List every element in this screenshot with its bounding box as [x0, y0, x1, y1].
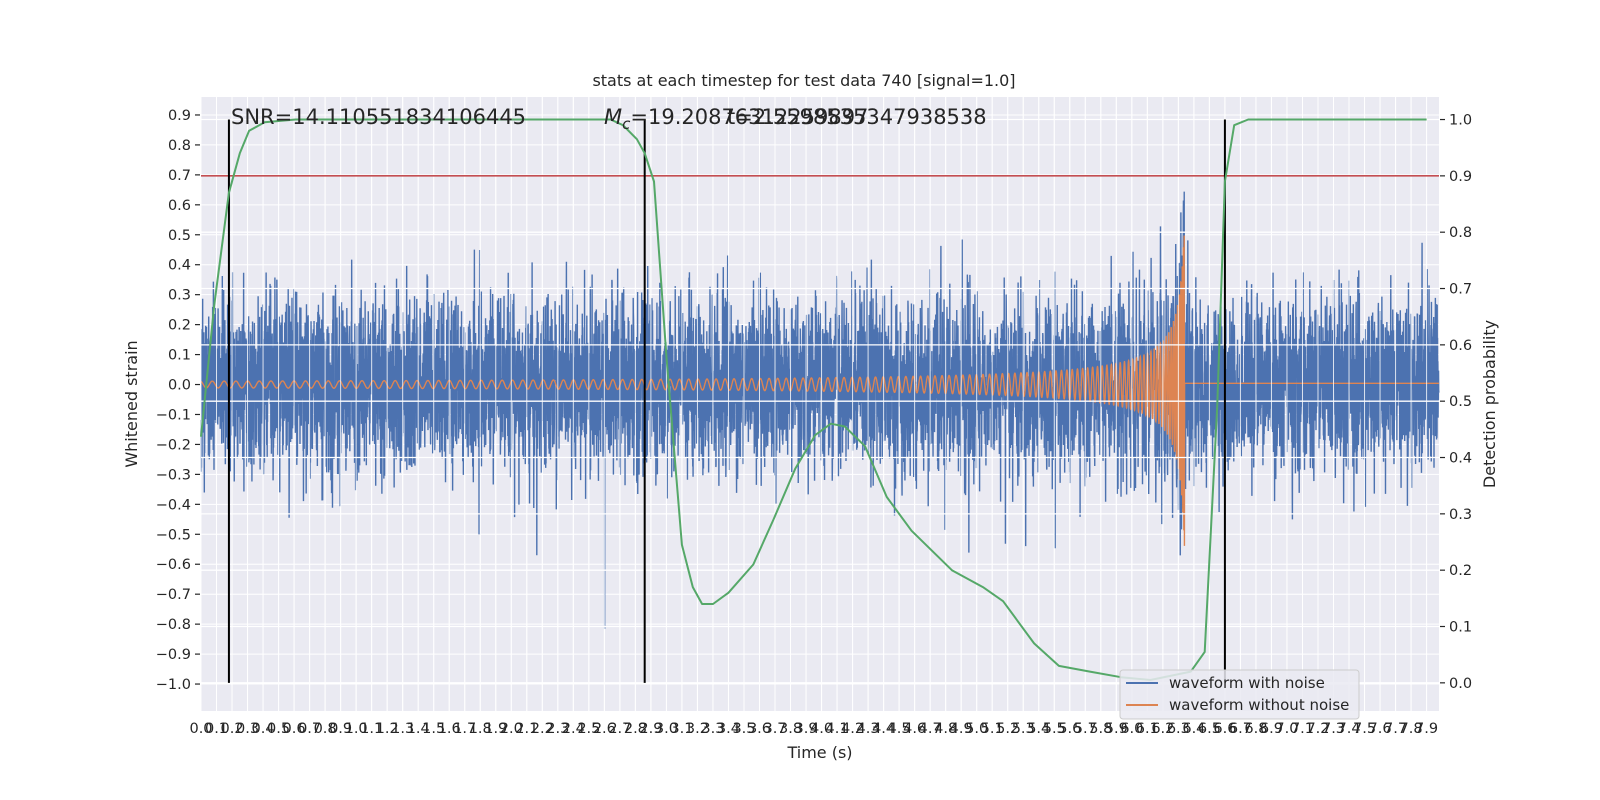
y-tick-label-right: 0.2	[1449, 563, 1472, 579]
y-tick-label-left: 0.1	[168, 348, 191, 364]
y-tick-label-right: 0.3	[1449, 507, 1472, 523]
y-tick-label-left: 0.4	[168, 258, 191, 274]
snr-annotation: SNR=14.110551834106445	[231, 105, 526, 129]
y-tick-label-right: 1.0	[1449, 113, 1472, 129]
y-tick-label-left: 0.3	[168, 288, 191, 304]
y-axis-label-left: Whitened strain	[122, 340, 141, 467]
y-tick-label-right: 0.7	[1449, 282, 1472, 298]
y-tick-label-right: 0.5	[1449, 394, 1472, 410]
chart: 0.00.10.20.30.40.50.60.70.80.91.01.11.21…	[122, 71, 1499, 762]
y-tick-label-left: 0.0	[168, 378, 191, 394]
y-tick-label-right: 0.4	[1449, 451, 1472, 467]
y-tick-label-left: −0.6	[156, 557, 191, 573]
y-tick-label-left: −0.7	[156, 587, 191, 603]
y-tick-label-right: 0.0	[1449, 676, 1472, 692]
y-tick-label-left: 0.6	[168, 198, 191, 214]
y-axis-label-right: Detection probability	[1480, 320, 1499, 488]
y-tick-labels-left: −1.0 −0.9 −0.8 −0.7 −0.6 −0.5 −0.4 −0.3 −0.2 −0.1…	[156, 108, 200, 693]
x-tick-label: 7.9	[1415, 721, 1438, 737]
y-tick-label-left: 0.7	[168, 168, 191, 184]
overlap-annotation: t=2.5598535347938538	[727, 105, 987, 129]
x-axis-label: Time (s)	[786, 743, 852, 762]
y-tick-label-right: 0.8	[1449, 225, 1472, 241]
y-tick-label-left: −0.4	[156, 497, 191, 513]
y-tick-label-left: −1.0	[156, 677, 191, 693]
x-tick-labels: 0.00.10.20.30.40.50.60.70.80.91.01.11.21…	[189, 721, 1438, 737]
y-tick-label-left: −0.2	[156, 437, 191, 453]
y-tick-label-left: −0.3	[156, 467, 191, 483]
y-tick-label-left: −0.5	[156, 527, 191, 543]
y-tick-label-left: −0.1	[156, 407, 191, 423]
y-tick-label-left: 0.9	[168, 108, 191, 124]
y-tick-labels-right: 0.0 0.1 0.2 0.3 0.4 0.5 0.6 0.7 0.8 0.9 1.0	[1440, 113, 1472, 692]
y-tick-label-right: 0.9	[1449, 169, 1472, 185]
chart-title: stats at each timestep for test data 740…	[592, 71, 1015, 90]
y-tick-label-right: 0.6	[1449, 338, 1472, 354]
y-tick-label-left: −0.9	[156, 647, 191, 663]
y-tick-label-left: 0.5	[168, 228, 191, 244]
legend-label-without-noise: waveform without noise	[1169, 696, 1349, 714]
y-tick-label-left: −0.8	[156, 617, 191, 633]
legend: waveform with noise waveform without noi…	[1119, 669, 1360, 720]
y-tick-label-right: 0.1	[1449, 620, 1472, 636]
legend-label-with-noise: waveform with noise	[1169, 674, 1325, 692]
y-tick-label-left: 0.2	[168, 318, 191, 334]
mc-symbol: M	[604, 105, 622, 129]
y-tick-label-left: 0.8	[168, 138, 191, 154]
